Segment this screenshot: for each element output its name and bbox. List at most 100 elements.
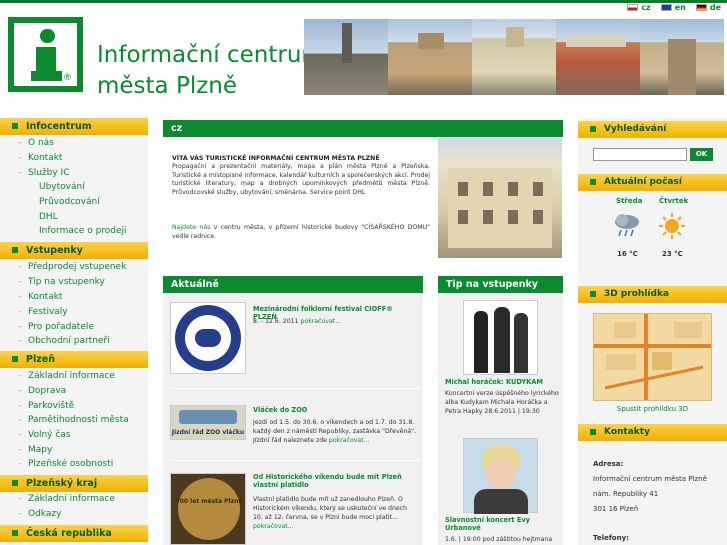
lang-de[interactable]: de xyxy=(695,3,721,12)
news-more-link-1[interactable]: pokračovat... xyxy=(329,437,370,444)
tip-title-1[interactable]: Slavnostní koncert Evy Urbanové xyxy=(445,516,560,532)
bullet-icon xyxy=(590,429,596,435)
nav-item-predprodej[interactable]: Předprodej vstupenek xyxy=(28,262,126,272)
tip-text-1: 1.6. | 19:00 pod záštitou hejtmana xyxy=(445,536,553,543)
zoo-train-caption: Jízdní řád ZOO vláčku xyxy=(171,429,245,436)
bullet-icon xyxy=(12,480,18,486)
nav-item-odkazy[interactable]: Odkazy xyxy=(28,509,61,519)
news-text-1: Jezdí od 1.5. do 30.6. o víkendech a od … xyxy=(253,419,416,444)
nav-item-poradatele[interactable]: Pro pořadatele xyxy=(28,322,94,332)
site-title-line2: města Plzně xyxy=(97,73,238,99)
contacts-address-line-3: 301 16 Plzeň xyxy=(593,505,639,513)
nav-item-mapy[interactable]: Mapy xyxy=(28,445,52,455)
nav-item-kontakt[interactable]: Kontakt xyxy=(28,153,62,163)
news-more-link-2[interactable]: pokračovat... xyxy=(253,523,294,530)
uk-flag-icon xyxy=(660,4,672,11)
news-image-coin[interactable]: 700 let města Plzně xyxy=(170,473,246,545)
tour-3d-link[interactable]: Spustit prohlídku 3D xyxy=(593,405,712,413)
tip-image-urbanova[interactable] xyxy=(463,438,538,514)
bullet-icon xyxy=(12,247,18,253)
lang-cz[interactable]: cz xyxy=(627,3,651,12)
header-photo-cathedral xyxy=(304,19,388,95)
news-more-link-0[interactable]: pokračovat... xyxy=(301,318,342,325)
news-text-2: Vlastní platidlo bude mít už zanedlouho … xyxy=(253,496,407,530)
nav-item-volny-cas[interactable]: Volný čas xyxy=(28,430,71,440)
language-switcher: cz en de xyxy=(627,3,721,12)
nav-item-sluzby-ic[interactable]: Služby IC xyxy=(28,168,69,178)
bullet-icon xyxy=(590,179,596,185)
nav-item-o-nas[interactable]: O nás xyxy=(28,138,54,148)
nav-item-osobnosti[interactable]: Plzeňské osobnosti xyxy=(28,459,113,469)
tour-3d-map[interactable] xyxy=(593,313,712,401)
nav-item-doprava[interactable]: Doprava xyxy=(28,386,66,396)
bullet-icon xyxy=(12,530,18,536)
contacts-address-line-1: Informační centrum města Plzně xyxy=(593,475,707,483)
nav-item-partneri[interactable]: Obchodní partneři xyxy=(28,336,110,346)
nav-heading-infocentrum[interactable]: Infocentrum xyxy=(0,118,148,135)
bullet-icon xyxy=(12,123,18,129)
nav-subitem-ubytovani[interactable]: Ubytování xyxy=(39,182,85,192)
tour-3d-heading: 3D prohlídka xyxy=(578,286,727,303)
news-divider xyxy=(170,460,420,461)
header-photo-townhall xyxy=(472,19,556,95)
header-photo-houses xyxy=(556,19,640,95)
nav-item-zakladni-informace[interactable]: Základní informace xyxy=(28,371,115,381)
right-sidebar: Vyhledávání OK Aktuální počasí Středa Čt… xyxy=(578,118,727,545)
intro-title: VÍTÁ VÁS TURISTICKÉ INFORMAČNÍ CENTRUM M… xyxy=(172,155,380,162)
nav-subitem-pruvodcovani[interactable]: Průvodcování xyxy=(39,197,100,207)
header-photo-strip xyxy=(304,19,724,95)
tip-image-kudykam[interactable] xyxy=(463,300,538,375)
header-photo-brewery-gate xyxy=(640,19,724,95)
header-photo-street xyxy=(388,19,472,95)
news-text-0: 8. - 12.6. 2011 pokračovat... xyxy=(253,318,342,325)
intro-text: Propagační a prezentační materiály, mapa… xyxy=(172,163,430,196)
logo-i[interactable]: ® xyxy=(8,17,83,92)
bullet-icon xyxy=(12,356,18,362)
find-us-link[interactable]: Najdete nás xyxy=(172,224,210,231)
bullet-icon xyxy=(590,291,596,297)
search-ok-button[interactable]: OK xyxy=(690,148,713,161)
intro-photo-building xyxy=(438,138,562,258)
nav-item-pametihodnosti[interactable]: Pamětihodnosti města xyxy=(28,415,129,425)
coin-caption: 700 let města Plzně xyxy=(175,498,243,505)
nav-heading-plzensky-kraj[interactable]: Plzeňský kraj xyxy=(0,475,148,492)
intro-find-us: Najdete nás v centru města, v přízemí hi… xyxy=(172,224,430,240)
nav-item-tip[interactable]: Tip na vstupenky xyxy=(28,277,105,287)
top-accent-line xyxy=(0,0,727,3)
nav-item-festivaly[interactable]: Festivaly xyxy=(28,307,68,317)
search-heading: Vyhledávání xyxy=(578,121,727,138)
nav-subitem-informace-o-prodeji[interactable]: Informace o prodeji xyxy=(39,226,127,236)
nav-item-parkoviste[interactable]: Parkoviště xyxy=(28,401,74,411)
left-sidebar: Infocentrum -O nás - Kontakt - Služby IC U… xyxy=(0,118,148,545)
news-title-1[interactable]: Vláček do ZOO xyxy=(253,406,418,414)
lang-en[interactable]: en xyxy=(660,3,686,12)
sun-icon xyxy=(659,213,685,239)
news-image-zoo-train[interactable]: Jízdní řád ZOO vláčku xyxy=(170,405,246,440)
search-input[interactable] xyxy=(593,148,687,161)
contacts-address-label: Adresa: xyxy=(593,460,624,468)
news-heading-bar: Aktuálně xyxy=(163,276,423,293)
weather-day-0: Středa xyxy=(616,197,643,205)
nav-heading-vstupenky[interactable]: Vstupenky xyxy=(0,242,148,259)
news-image-festival-logo[interactable] xyxy=(170,302,246,374)
nav-subitem-dhl[interactable]: DHL xyxy=(39,212,58,222)
nav-item-kontakt-vstupenky[interactable]: Kontakt xyxy=(28,292,62,302)
weather-temp-0: 16 °C xyxy=(617,250,638,258)
contacts-phones-label: Telefony: xyxy=(593,534,629,542)
site-title-line1: Informační centrum xyxy=(97,42,324,68)
nav-item-kraj-zakladni[interactable]: Základní informace xyxy=(28,494,115,504)
tips-heading-bar: Tip na vstupenky xyxy=(438,276,563,293)
site-title[interactable]: Informační centrum města Plzně xyxy=(97,40,324,102)
rain-cloud-icon xyxy=(615,214,639,237)
contacts-heading: Kontakty xyxy=(578,424,727,441)
nav-heading-ceska-republika[interactable]: Česká republika xyxy=(0,525,148,542)
czech-flag-icon xyxy=(627,4,639,11)
bullet-icon xyxy=(590,126,596,132)
german-flag-icon xyxy=(695,4,707,11)
news-title-2[interactable]: Od Historického víkendu bude mít Plzeň v… xyxy=(253,473,418,489)
news-divider xyxy=(170,388,420,389)
nav-heading-plzen[interactable]: Plzeň xyxy=(0,351,148,368)
tip-title-0[interactable]: Michal horáček: KUDYKAM xyxy=(445,378,560,386)
weather-heading: Aktuální počasí xyxy=(578,174,727,191)
tip-text-0: Koncertní verze úspěšného lyrického alba… xyxy=(445,390,559,415)
